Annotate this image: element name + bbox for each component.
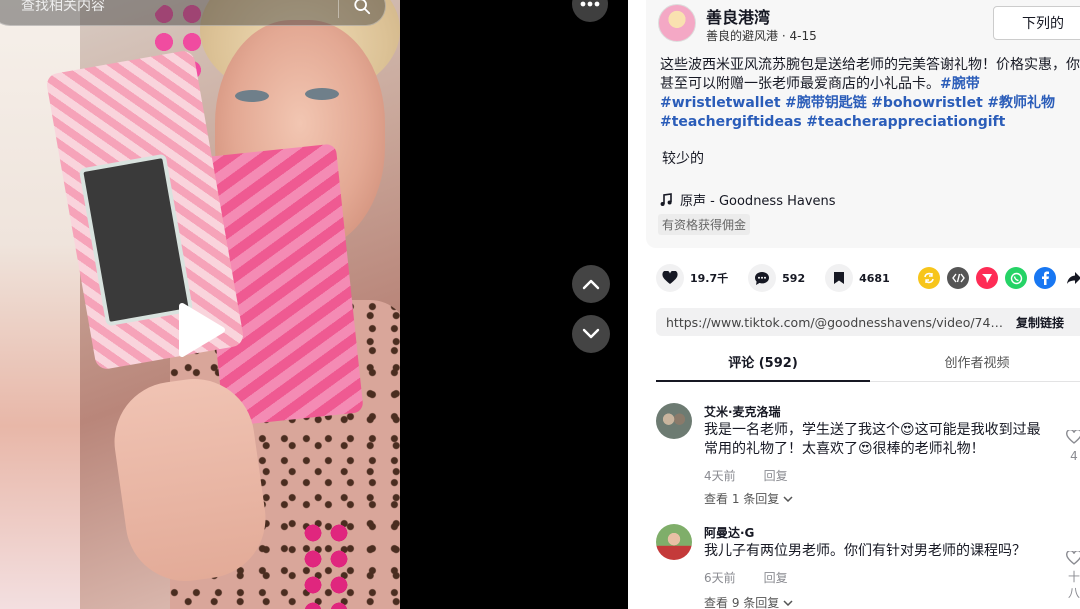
hashtag[interactable]: #教师礼物 xyxy=(987,95,1055,111)
comment-text: 我儿子有两位男老师。你们有针对男老师的课程吗？ xyxy=(704,543,1026,559)
previous-video-button[interactable] xyxy=(572,265,610,303)
heart-eyes-emoji-icon: 😍 xyxy=(900,422,915,438)
heart-eyes-emoji-icon: 😍 xyxy=(858,441,873,457)
heart-outline-icon xyxy=(1066,550,1080,565)
comment-item: 艾米·麦克洛瑞 我是一名老师，学生送了我这个😍这可能是我收到过最常用的礼物了！太… xyxy=(656,403,1080,513)
details-panel: 善良港湾 善良的避风港 · 4-15 下列的 这些波西米亚风流苏腕包是送给老师的… xyxy=(628,0,1080,609)
facebook-icon[interactable] xyxy=(1034,267,1056,289)
reply-button[interactable]: 回复 xyxy=(764,569,788,586)
tab-comments[interactable]: 评论 (592) xyxy=(656,352,870,382)
tab-bar: 评论 (592) 创作者视频 xyxy=(656,352,1080,382)
more-options-button[interactable] xyxy=(572,0,608,22)
music-title: 原声 - Goodness Havens xyxy=(680,194,836,209)
description-text: 这些波西米亚风流苏腕包是送给老师的完美答谢礼物！价格实惠，你甚至可以附赠一张老师… xyxy=(660,57,1080,92)
hashtag[interactable]: #腕带钥匙链 xyxy=(785,95,867,111)
hashtag[interactable]: #bohowristlet xyxy=(871,95,983,111)
view-replies-button[interactable]: 查看 1 条回复 xyxy=(704,490,793,507)
eye-left xyxy=(235,90,269,102)
comment-text-part: 很棒的老师礼物！ xyxy=(872,441,985,457)
chevron-down-icon xyxy=(582,328,600,339)
play-button[interactable] xyxy=(174,302,226,358)
like-button[interactable]: 19.7千 xyxy=(656,264,728,292)
post-date: 4-15 xyxy=(789,29,817,43)
comment-time: 4天前 xyxy=(704,469,736,483)
search-input[interactable] xyxy=(0,0,338,14)
comment-button[interactable]: 592 xyxy=(748,264,805,292)
commenter-avatar[interactable] xyxy=(656,403,692,439)
comment-item: 阿曼达·G 我儿子有两位男老师。你们有针对男老师的课程吗？ 6天前 回复 查看 … xyxy=(656,524,1080,609)
chevron-up-icon xyxy=(582,279,600,290)
comment-count: 592 xyxy=(782,271,806,285)
comment-time: 6天前 xyxy=(704,571,736,585)
eye-right xyxy=(305,88,339,100)
like-count: 19.7千 xyxy=(690,272,729,285)
search-button[interactable] xyxy=(339,0,385,26)
follow-button[interactable]: 下列的 xyxy=(993,6,1080,40)
author-subtitle: 善良的避风港 · 4-15 xyxy=(706,27,817,44)
commenter-name[interactable]: 阿曼达·G xyxy=(704,524,754,541)
author-name[interactable]: 善良港湾 xyxy=(706,4,770,28)
more-dots-icon xyxy=(580,1,600,7)
reply-button[interactable]: 回复 xyxy=(764,467,788,484)
hashtag[interactable]: #wristletwallet xyxy=(660,95,781,111)
view-replies-button[interactable]: 查看 9 条回复 xyxy=(704,594,793,609)
music-note-icon xyxy=(660,192,672,206)
chevron-down-icon xyxy=(783,599,793,606)
show-less-link[interactable]: 较少的 xyxy=(662,148,704,168)
play-icon xyxy=(179,303,225,357)
commenter-avatar[interactable] xyxy=(656,524,692,560)
comment-like-button[interactable]: 4 xyxy=(1064,429,1080,464)
commission-badge: 有资格获得佣金 xyxy=(658,214,751,235)
next-video-button[interactable] xyxy=(572,315,610,353)
author-avatar[interactable] xyxy=(658,4,696,42)
comment-like-button[interactable]: 十八 xyxy=(1064,550,1080,601)
view-replies-label: 查看 9 条回复 xyxy=(704,596,780,609)
copy-link-button[interactable]: 复制链接 xyxy=(1016,314,1064,331)
search-icon xyxy=(354,0,371,15)
bookmark-icon xyxy=(834,272,845,284)
search-bar xyxy=(0,0,386,26)
share-arrow-icon[interactable] xyxy=(1063,267,1080,289)
video-url[interactable]: https://www.tiktok.com/@goodnesshavens/v… xyxy=(656,315,1004,330)
share-icons xyxy=(918,267,1080,289)
save-count: 4681 xyxy=(859,271,890,285)
heart-icon xyxy=(662,271,678,284)
hashtag[interactable]: #teacherappreciationgift xyxy=(806,114,1005,130)
video-frame[interactable] xyxy=(0,0,400,609)
heart-outline-icon xyxy=(1066,429,1080,444)
comment-like-count: 十八 xyxy=(1067,570,1080,600)
comment-meta: 4天前 回复 xyxy=(704,467,788,484)
view-replies-label: 查看 1 条回复 xyxy=(704,492,780,506)
save-button[interactable]: 4681 xyxy=(825,264,890,292)
music-link[interactable]: 原声 - Goodness Havens xyxy=(660,190,836,209)
hashtag[interactable]: #teachergiftideas xyxy=(660,114,802,130)
whatsapp-icon[interactable] xyxy=(1005,267,1027,289)
commenter-name[interactable]: 艾米·麦克洛瑞 xyxy=(704,403,781,420)
send-icon[interactable] xyxy=(976,267,998,289)
tab-creator-videos[interactable]: 创作者视频 xyxy=(870,352,1080,382)
comment-like-count: 4 xyxy=(1070,449,1078,463)
comment-text: 我是一名老师，学生送了我这个😍这可能是我收到过最常用的礼物了！太喜欢了😍很棒的老… xyxy=(704,421,1049,459)
hashtag[interactable]: #腕带 xyxy=(940,76,980,92)
repost-icon[interactable] xyxy=(918,267,940,289)
chevron-down-icon xyxy=(783,495,793,502)
embed-icon[interactable] xyxy=(947,267,969,289)
bead-bracelet xyxy=(300,520,350,609)
video-description: 这些波西米亚风流苏腕包是送给老师的完美答谢礼物！价格实惠，你甚至可以附赠一张老师… xyxy=(660,56,1080,132)
comment-icon xyxy=(755,271,770,285)
comment-meta: 6天前 回复 xyxy=(704,569,788,586)
action-bar: 19.7千 592 4681 xyxy=(656,264,910,292)
video-stage xyxy=(0,0,628,609)
author-handle[interactable]: 善良的避风港 xyxy=(706,29,778,43)
comment-text-part: 我是一名老师，学生送了我这个 xyxy=(704,422,900,438)
share-link-box: https://www.tiktok.com/@goodnesshavens/v… xyxy=(656,308,1080,336)
